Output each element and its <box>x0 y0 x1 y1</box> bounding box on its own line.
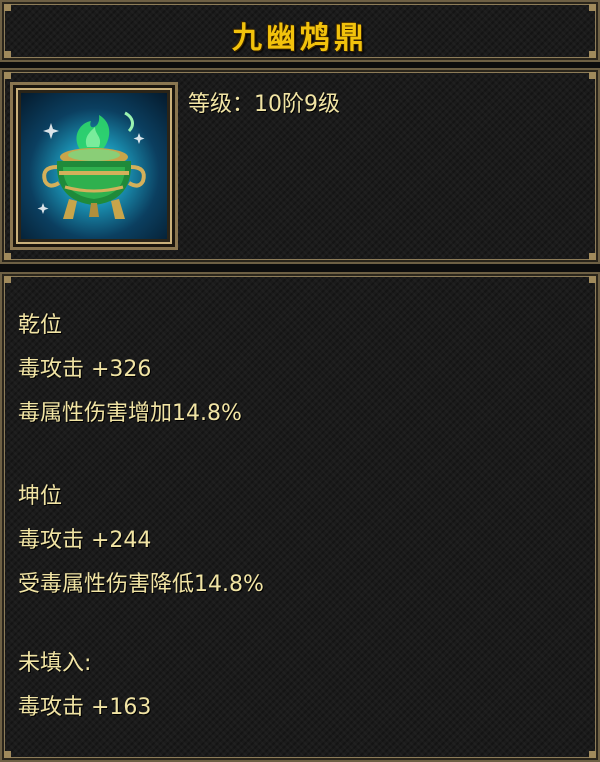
section-title-kun: 坤位 <box>18 484 63 509</box>
corner-ornament <box>4 253 11 260</box>
corner-ornament <box>589 253 596 260</box>
corner-ornament <box>4 4 11 11</box>
stat-line: 受毒属性伤害降低14.8% <box>18 572 264 597</box>
corner-ornament <box>589 4 596 11</box>
item-icon-frame[interactable] <box>10 82 178 250</box>
corner-ornament <box>589 72 596 79</box>
item-title-bar: 九幽鸩鼎 <box>0 0 600 62</box>
section-title-unfilled: 未填入: <box>18 651 92 676</box>
corner-ornament <box>4 276 11 283</box>
stat-line: 毒攻击 +326 <box>18 357 152 382</box>
item-level: 等级：10阶9级 <box>188 92 340 117</box>
section-title-qian: 乾位 <box>18 313 63 338</box>
corner-ornament <box>4 751 11 758</box>
stat-line: 毒攻击 +163 <box>18 695 152 720</box>
corner-ornament <box>4 72 11 79</box>
corner-ornament <box>589 276 596 283</box>
stat-line: 毒攻击 +244 <box>18 528 152 553</box>
item-name: 九幽鸩鼎 <box>232 21 368 56</box>
green-poison-cauldron-icon <box>21 93 167 239</box>
stat-line: 毒属性伤害增加14.8% <box>18 401 242 426</box>
corner-ornament <box>589 751 596 758</box>
